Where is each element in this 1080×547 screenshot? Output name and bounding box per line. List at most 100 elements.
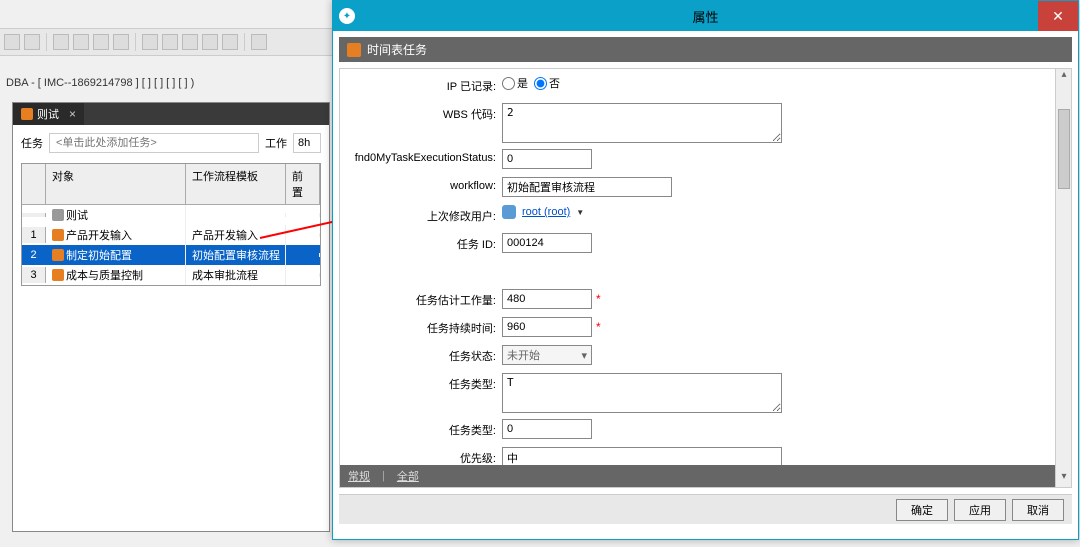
workflow-input[interactable]: [502, 177, 672, 197]
label: IP 已记录:: [346, 75, 502, 94]
scroll-down-icon[interactable]: ▾: [1056, 471, 1072, 487]
label: 任务 ID:: [346, 233, 502, 252]
user-link[interactable]: root (root): [522, 206, 570, 218]
table-row-selected[interactable]: 2 制定初始配置 初始配置审核流程: [22, 245, 320, 265]
col-template[interactable]: 工作流程模板: [186, 164, 286, 204]
tb-icon[interactable]: [162, 34, 178, 50]
row-task-id: 任务 ID:: [346, 233, 1051, 255]
tb-icon[interactable]: [113, 34, 129, 50]
task-grid: 对象 工作流程模板 前置 则试 1 产品开发输入 产品开发输入: [21, 163, 321, 286]
type1-input[interactable]: [502, 373, 782, 413]
row-est-work: 任务估计工作量: *: [346, 289, 1051, 311]
est-work-input[interactable]: [502, 289, 592, 309]
tb-icon[interactable]: [53, 34, 69, 50]
section-header[interactable]: 时间表任务: [339, 37, 1072, 62]
apply-button[interactable]: 应用: [954, 499, 1006, 521]
row-tpl: [186, 213, 286, 217]
task-icon: [52, 249, 64, 261]
row-num: 3: [22, 267, 46, 283]
task-icon: [52, 269, 64, 281]
row-tpl: 成本审批流程: [186, 265, 286, 285]
label: workflow:: [346, 177, 502, 192]
chevron-down-icon[interactable]: ▼: [576, 208, 584, 217]
row-obj: 制定初始配置: [46, 245, 186, 265]
row-num: [22, 213, 46, 217]
row-tpl: 初始配置审核流程: [186, 245, 286, 265]
row-num: 2: [22, 247, 46, 263]
grid-body: 则试 1 产品开发输入 产品开发输入 2 制定初始配置 初始配置审核流程: [22, 205, 320, 285]
grid-header: 对象 工作流程模板 前置: [22, 164, 320, 205]
section-title: 时间表任务: [367, 41, 427, 58]
scroll-up-icon[interactable]: ▴: [1056, 69, 1072, 85]
wbs-input[interactable]: [502, 103, 782, 143]
separator: [46, 33, 47, 51]
duration-input[interactable]: [502, 317, 592, 337]
dialog-tabs: 常规 | 全部: [340, 465, 1055, 487]
row-exec-status: fnd0MyTaskExecutionStatus:: [346, 149, 1051, 171]
tab-label: 则试: [37, 106, 59, 122]
label: 任务类型:: [346, 419, 502, 438]
tab-all[interactable]: 全部: [397, 468, 419, 484]
task-input[interactable]: [49, 133, 259, 153]
spacer: [346, 261, 1051, 283]
table-row-root[interactable]: 则试: [22, 205, 320, 225]
status-bar: DBA - [ IMC--1869214798 ] [ ] [ ] [ ] [ …: [0, 75, 335, 97]
label: 任务持续时间:: [346, 317, 502, 336]
scrollbar[interactable]: ▴ ▾: [1055, 69, 1071, 487]
tb-icon[interactable]: [24, 34, 40, 50]
form: IP 已记录: 是 否 WBS 代码: fnd0MyTaskExecutionS…: [340, 69, 1071, 488]
col-pre[interactable]: 前置: [286, 164, 320, 204]
dialog-titlebar[interactable]: ✦ 属性 ✕: [333, 1, 1078, 31]
chevron-down-icon: ▾: [581, 349, 587, 362]
radio-yes[interactable]: 是: [502, 75, 528, 91]
task-id-input[interactable]: [502, 233, 592, 253]
tab-test[interactable]: 则试 ×: [13, 103, 84, 125]
tb-icon[interactable]: [251, 34, 267, 50]
ok-button[interactable]: 确定: [896, 499, 948, 521]
table-row[interactable]: 1 产品开发输入 产品开发输入: [22, 225, 320, 245]
tb-icon[interactable]: [142, 34, 158, 50]
row-obj: 成本与质量控制: [46, 265, 186, 285]
tb-icon[interactable]: [93, 34, 109, 50]
tab-general[interactable]: 常规: [348, 468, 370, 484]
dialog-icon: ✦: [339, 8, 355, 24]
required-mark: *: [596, 320, 601, 334]
tb-icon[interactable]: [182, 34, 198, 50]
tab-icon: [21, 108, 33, 120]
separator: [244, 33, 245, 51]
task-label: 任务: [21, 135, 43, 151]
tb-icon[interactable]: [4, 34, 20, 50]
dialog-buttons: 确定 应用 取消: [339, 494, 1072, 524]
row-type2: 任务类型:: [346, 419, 1051, 441]
row-last-user: 上次修改用户: root (root) ▼: [346, 205, 1051, 227]
scroll-thumb[interactable]: [1058, 109, 1070, 189]
label: 任务类型:: [346, 373, 502, 392]
main-window: DBA - [ IMC--1869214798 ] [ ] [ ] [ ] [ …: [0, 0, 1080, 547]
col-object[interactable]: 对象: [46, 164, 186, 204]
required-mark: *: [596, 292, 601, 306]
tree-root-icon: [52, 209, 64, 221]
row-pre: [286, 233, 320, 237]
close-button[interactable]: ✕: [1038, 1, 1078, 31]
label: 优先级:: [346, 447, 502, 466]
tb-icon[interactable]: [222, 34, 238, 50]
tb-icon[interactable]: [202, 34, 218, 50]
label: 任务估计工作量:: [346, 289, 502, 308]
status-select[interactable]: 未开始▾: [502, 345, 592, 365]
row-obj: 则试: [46, 205, 186, 225]
cancel-button[interactable]: 取消: [1012, 499, 1064, 521]
close-icon[interactable]: ×: [69, 107, 76, 121]
type2-input[interactable]: [502, 419, 592, 439]
work-input[interactable]: [293, 133, 321, 153]
exec-status-input[interactable]: [502, 149, 592, 169]
tb-icon[interactable]: [73, 34, 89, 50]
radio-no[interactable]: 否: [534, 75, 560, 91]
row-obj: 产品开发输入: [46, 225, 186, 245]
label: 上次修改用户:: [346, 205, 502, 224]
dialog-body: IP 已记录: 是 否 WBS 代码: fnd0MyTaskExecutionS…: [339, 68, 1072, 488]
row-duration: 任务持续时间: *: [346, 317, 1051, 339]
label: WBS 代码:: [346, 103, 502, 122]
table-row[interactable]: 3 成本与质量控制 成本审批流程: [22, 265, 320, 285]
row-type1: 任务类型:: [346, 373, 1051, 413]
row-ip-recorded: IP 已记录: 是 否: [346, 75, 1051, 97]
